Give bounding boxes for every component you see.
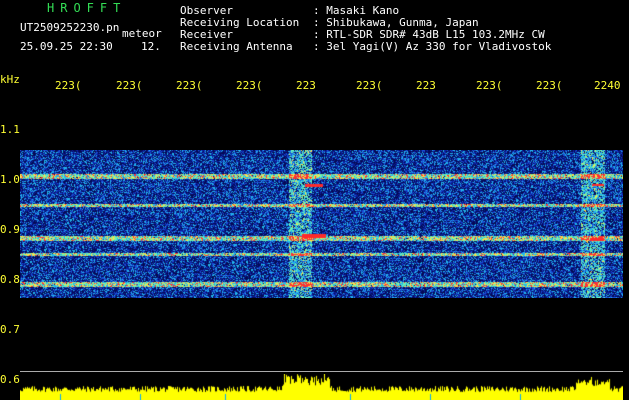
mode-label: meteor [122, 27, 162, 40]
x-tick: 223( [356, 79, 383, 92]
signal-level-trace [20, 374, 623, 400]
y-tick: 1.0 [0, 173, 20, 186]
y-tick: 1.1 [0, 123, 20, 136]
x-tick: 223( [536, 79, 563, 92]
x-tick: 223 [416, 79, 436, 92]
spectrogram [20, 150, 623, 298]
y-tick: 0.9 [0, 223, 20, 236]
frame-number: 12. [141, 40, 161, 53]
x-tick: 223( [476, 79, 503, 92]
hrofft-screen: HROFFT UT2509252230.pn meteor 25.09.25 2… [0, 0, 629, 400]
x-tick: 223( [116, 79, 143, 92]
x-tick: 223 [296, 79, 316, 92]
filename: UT2509252230.pn [20, 21, 120, 34]
label-antenna: Receiving Antenna [180, 40, 293, 53]
baseline-line [20, 371, 623, 372]
y-tick: 0.6 [0, 373, 20, 386]
x-tick: 223( [176, 79, 203, 92]
y-tick: 0.7 [0, 323, 20, 336]
x-tick: 2240 [594, 79, 621, 92]
x-tick: 223( [236, 79, 263, 92]
y-axis-unit: kHz [0, 73, 20, 86]
date-time: 25.09.25 22:30 [20, 40, 113, 53]
value-antenna: : 3el Yagi(V) Az 330 for Vladivostok [313, 40, 552, 53]
y-tick: 0.8 [0, 273, 20, 286]
app-title: HROFFT [47, 1, 127, 15]
x-tick: 223( [55, 79, 82, 92]
